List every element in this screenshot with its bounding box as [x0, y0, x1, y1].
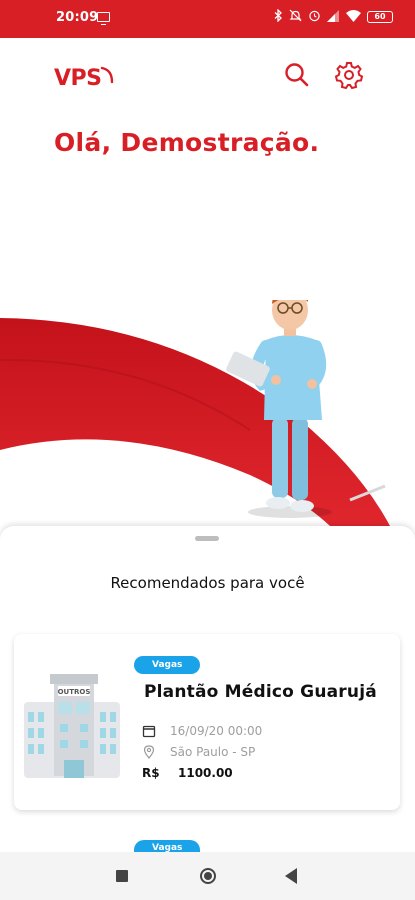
settings-button[interactable] [334, 60, 364, 90]
drag-handle[interactable] [195, 536, 219, 541]
price-row: R$ 1100.00 [142, 766, 233, 780]
calendar-icon [142, 725, 156, 738]
screen-cast-icon [97, 12, 110, 25]
section-title: Recomendados para você [110, 574, 305, 592]
job-date: 16/09/20 00:00 [170, 724, 263, 738]
job-card[interactable]: OUTROS Vagas Plantão Médico Guarujá 16/0… [14, 634, 400, 810]
notifications-off-icon [289, 9, 302, 25]
location-pin-icon [143, 745, 155, 759]
battery-icon: 60 [367, 11, 393, 23]
location-row: São Paulo - SP [142, 745, 255, 759]
search-button[interactable] [282, 60, 312, 90]
app-logo[interactable]: VPS [54, 66, 102, 91]
home-icon[interactable] [199, 867, 217, 885]
status-bar: 20:09 60 [0, 0, 415, 38]
hero-illustration [0, 300, 390, 526]
status-icons: 60 [274, 8, 393, 25]
system-nav-bar [0, 852, 415, 900]
bluetooth-icon [274, 8, 283, 25]
gear-icon [334, 62, 364, 90]
building-sign-label: OUTROS [58, 688, 91, 696]
alarm-icon [308, 9, 321, 25]
signal-icon [327, 9, 340, 25]
logo-signal-arc [100, 66, 114, 84]
job-title[interactable]: Plantão Médico Guarujá [144, 682, 377, 702]
greeting-heading: Olá, Demostração. [54, 128, 320, 157]
recommendations-sheet[interactable]: Recomendados para você OUTROS Vagas Plan… [0, 526, 415, 856]
app-header: VPS [0, 38, 415, 118]
recents-icon[interactable] [116, 870, 128, 882]
currency-label: R$ [142, 766, 160, 780]
category-badge: Vagas [134, 656, 201, 674]
status-time: 20:09 [56, 10, 99, 25]
job-location: São Paulo - SP [170, 745, 256, 759]
job-price: 1100.00 [178, 766, 233, 780]
building-image: OUTROS [20, 662, 124, 782]
date-row: 16/09/20 00:00 [142, 724, 262, 738]
back-icon[interactable] [285, 868, 297, 884]
search-icon [285, 63, 309, 87]
wifi-icon [346, 9, 361, 25]
